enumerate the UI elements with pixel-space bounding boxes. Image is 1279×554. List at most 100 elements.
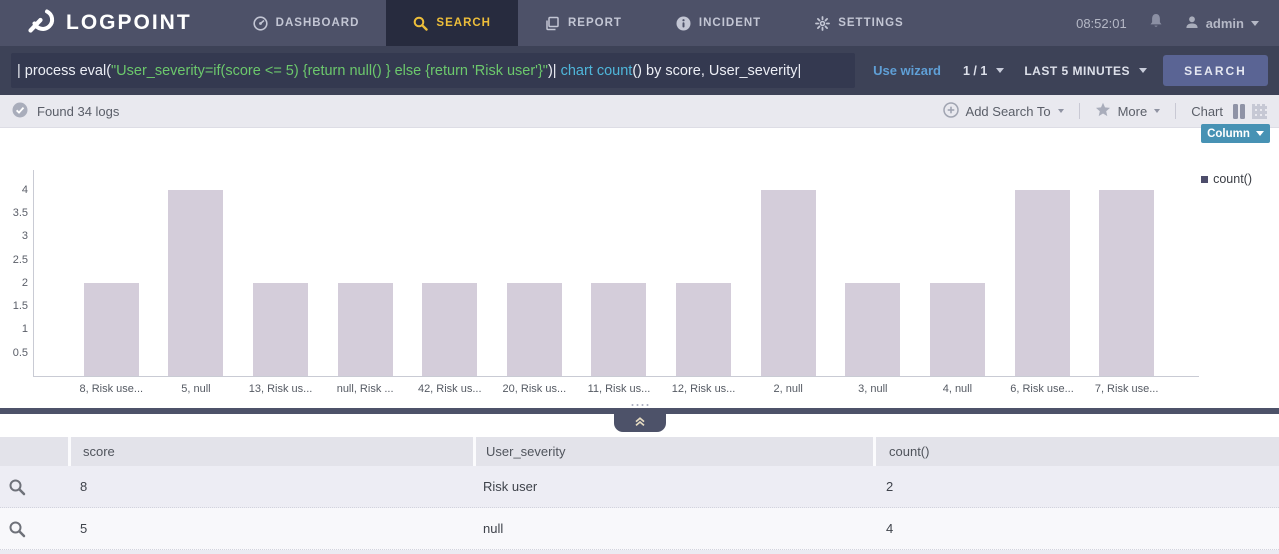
table-header-icon-col [0,437,68,466]
chart-type-dropdown[interactable]: Column [1201,124,1270,143]
query-segment: )| [548,63,561,79]
bar-1[interactable] [84,283,139,376]
query-segment: | process eval( [17,63,111,79]
bar-slot: 3, null [830,170,915,376]
table-body: 8Risk user25null4 [0,466,1279,550]
chevron-down-icon [1139,68,1147,73]
query-segment: "User_severity=if(score <= 5) {return nu… [111,63,548,79]
query-pager[interactable]: 1 / 1 [963,64,1004,78]
found-logs-text: Found 34 logs [37,104,119,119]
row-icon-cell [0,478,68,496]
notifications-bell-icon[interactable] [1149,13,1163,34]
status-bar: Found 34 logs Add Search To [0,95,1279,128]
panel-splitter[interactable] [0,408,1279,414]
results-table: score User_severity count() 8Risk user25… [0,437,1279,550]
nav-item-incident[interactable]: INCIDENT [649,0,788,46]
check-circle-icon [12,102,28,121]
search-icon [413,16,428,31]
more-label: More [1118,104,1148,119]
x-axis-category-label: 6, Risk use... [1010,383,1074,395]
chart-view-icon[interactable] [1233,104,1245,119]
more-menu[interactable]: More [1095,102,1161,120]
chart-view-label: Chart [1191,104,1223,119]
table-row: 8Risk user2 [0,466,1279,508]
logpoint-logo[interactable]: LOGPOINT [0,0,226,46]
bar-slot: 42, Risk us... [407,170,492,376]
y-axis-tick-label: 2.5 [13,253,28,267]
x-axis-category-label: 7, Risk use... [1095,383,1159,395]
use-wizard-link[interactable]: Use wizard [873,63,941,78]
star-icon [1095,102,1111,120]
bar-chart-plot: 0.511.522.533.54 8, Risk use...5, null13… [33,170,1199,377]
nav-item-settings[interactable]: SETTINGS [788,0,931,46]
plus-circle-icon [943,102,959,121]
row-search-magnifier-icon[interactable] [8,478,26,496]
settings-icon [815,16,830,31]
pager-value: 1 / 1 [963,64,987,78]
cell-score: 5 [68,521,473,536]
found-logs-status: Found 34 logs [12,102,119,121]
cell-user-severity: Risk user [473,479,873,494]
table-row: 5null4 [0,508,1279,550]
chevron-down-icon [1154,109,1160,113]
nav-item-report[interactable]: REPORT [518,0,649,46]
row-icon-cell [0,520,68,538]
bar-5[interactable] [422,283,477,376]
nav-label: SEARCH [436,17,491,29]
bar-slot: 6, Risk use... [1000,170,1085,376]
nav-label: REPORT [568,17,622,29]
user-menu[interactable]: admin [1185,15,1259,32]
bar-9[interactable] [761,190,816,376]
x-axis-category-label: null, Risk ... [337,383,394,395]
query-segment: chart count [561,63,633,79]
next-row-edge [0,550,1279,554]
topnav-right: 08:52:01 admin [1076,0,1279,46]
bar-2[interactable] [168,190,223,376]
chevron-down-icon [996,68,1004,73]
bar-13[interactable] [1099,190,1154,376]
bar-slot: 5, null [154,170,239,376]
separator [1175,103,1176,119]
grid-view-icon[interactable] [1252,104,1267,119]
search-query-input[interactable]: | process eval("User_severity=if(score <… [11,53,855,88]
add-search-to-menu[interactable]: Add Search To [943,102,1064,121]
bar-8[interactable] [676,283,731,376]
bar-11[interactable] [930,283,985,376]
brand-name: LOGPOINT [66,11,192,35]
bar-slot: 2, null [746,170,831,376]
legend-label: count() [1213,172,1252,186]
nav-item-search[interactable]: SEARCH [386,0,518,46]
collapse-panel-button[interactable] [614,414,666,432]
cell-user-severity: null [473,521,873,536]
bar-7[interactable] [591,283,646,376]
x-axis-category-label: 8, Risk use... [80,383,144,395]
nav-label: DASHBOARD [276,17,360,29]
time-range-selector[interactable]: LAST 5 MINUTES [1024,64,1147,78]
username: admin [1206,16,1244,31]
y-axis-tick-label: 4 [22,183,28,197]
x-axis-category-label: 5, null [181,383,210,395]
query-bar: | process eval("User_severity=if(score <… [0,46,1279,95]
search-button[interactable]: SEARCH [1163,55,1268,86]
table-header-user-severity: User_severity [473,437,873,466]
bar-slot: 4, null [915,170,1000,376]
bar-3[interactable] [253,283,308,376]
y-axis-tick-label: 1.5 [13,299,28,313]
chart-legend: count() [1201,172,1252,186]
bar-6[interactable] [507,283,562,376]
cell-count: 2 [873,479,1279,494]
row-search-magnifier-icon[interactable] [8,520,26,538]
bar-12[interactable] [1015,190,1070,376]
bar-slot: 8, Risk use... [69,170,154,376]
table-header-count: count() [873,437,1279,466]
nav-label: INCIDENT [699,17,761,29]
time-range-value: LAST 5 MINUTES [1024,64,1130,78]
x-axis-category-label: 12, Risk us... [672,383,736,395]
nav-item-dashboard[interactable]: DASHBOARD [226,0,387,46]
table-header-row: score User_severity count() [0,437,1279,466]
bar-10[interactable] [845,283,900,376]
bar-4[interactable] [338,283,393,376]
x-axis-category-label: 11, Risk us... [588,383,651,395]
y-axis-tick-label: 0.5 [13,346,28,360]
user-avatar-icon [1185,15,1199,32]
